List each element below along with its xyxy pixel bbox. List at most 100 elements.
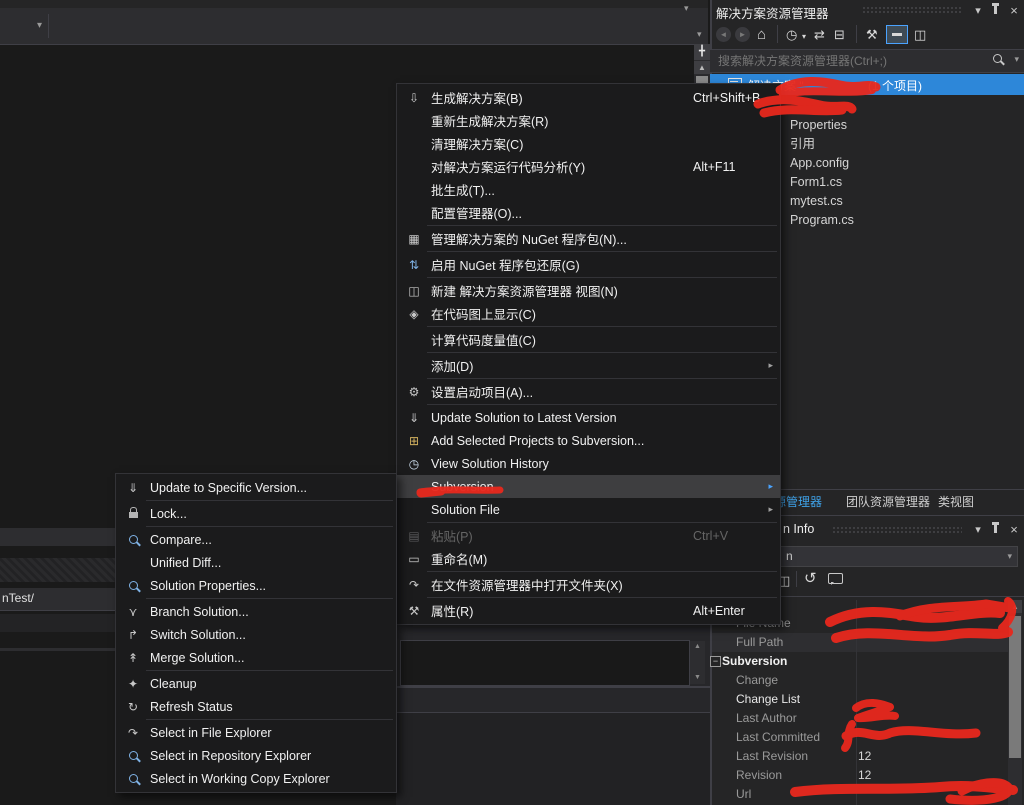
submenu-item-refresh-status[interactable]: ↻Refresh Status: [116, 695, 396, 718]
svn-update-icon: ⇓: [397, 411, 431, 425]
close-icon[interactable]: ×: [1008, 522, 1020, 537]
combobox-text-fragment: n: [786, 549, 793, 563]
show-all-files-toggle[interactable]: ▬: [886, 25, 908, 44]
menu-item-add[interactable]: 添加(D)▸: [397, 354, 780, 377]
property-row-last-author[interactable]: Last Author: [712, 709, 1008, 728]
menu-item-manage-nuget-packages[interactable]: ▦管理解决方案的 NuGet 程序包(N)...: [397, 227, 780, 250]
search-icon[interactable]: [993, 54, 1002, 63]
refresh-icon[interactable]: ⇄: [814, 24, 825, 46]
menu-item-batch-build[interactable]: 批生成(T)...: [397, 178, 780, 201]
hidden-panel-divider: [0, 648, 116, 651]
show-all-files-icon: ▬: [887, 26, 907, 42]
toolbar-separator: [796, 571, 797, 587]
menu-item-set-startup-projects[interactable]: ⚙设置启动项目(A)...: [397, 380, 780, 403]
submenu-item-update-to-specific-version[interactable]: ⇓Update to Specific Version...: [116, 476, 396, 499]
toolbar-overflow-icon[interactable]: ▾: [684, 3, 689, 14]
vs-ide-window: ▾ ▾ ▾ ╋ ▲ nTest/ ▲ ▼ 解决方案资源管理器 ▾ × ◄ ► ⌂…: [0, 0, 1024, 805]
menu-item-view-solution-history[interactable]: ◷View Solution History: [397, 452, 780, 475]
toolbar-separator: [856, 25, 857, 43]
menu-item-run-code-analysis[interactable]: 对解决方案运行代码分析(Y)Alt+F11: [397, 155, 780, 178]
submenu-item-cleanup[interactable]: ✦Cleanup: [116, 672, 396, 695]
submenu-item-lock[interactable]: Lock...: [116, 502, 396, 525]
editor-splitter-handle[interactable]: ╋: [694, 44, 710, 60]
scroll-down-icon[interactable]: ▼: [690, 672, 705, 684]
tree-item-program[interactable]: Program.cs: [790, 211, 854, 230]
menu-item-open-folder-in-file-explorer[interactable]: ↷在文件资源管理器中打开文件夹(X): [397, 573, 780, 596]
menu-item-calculate-code-metrics[interactable]: 计算代码度量值(C): [397, 328, 780, 351]
toolbar-overflow-icon-2[interactable]: ▾: [697, 29, 702, 40]
tree-item-references[interactable]: 引用: [790, 135, 815, 154]
tree-item-app-config[interactable]: App.config: [790, 154, 849, 173]
sync-with-active-document-icon[interactable]: ◫: [914, 24, 926, 46]
tree-item-form1[interactable]: Form1.cs: [790, 173, 842, 192]
property-row-last-committed[interactable]: Last Committed: [712, 728, 1008, 747]
menu-item-build-solution[interactable]: ⇩生成解决方案(B)Ctrl+Shift+B: [397, 86, 780, 109]
tree-item-properties[interactable]: Properties: [790, 116, 847, 135]
collapse-expander-icon[interactable]: −: [710, 656, 721, 667]
property-row-last-revision[interactable]: Last Revision12: [712, 747, 1008, 766]
menu-separator: [427, 326, 777, 327]
tab-team-explorer[interactable]: 团队资源管理器: [846, 490, 930, 514]
lock-icon: [129, 512, 138, 518]
submenu-item-merge-solution[interactable]: ↟Merge Solution...: [116, 646, 396, 669]
property-row-full-path[interactable]: Full Path: [712, 633, 1008, 652]
menu-item-new-solution-explorer-view[interactable]: ◫新建 解决方案资源管理器 视图(N): [397, 279, 780, 302]
menu-item-update-solution-latest[interactable]: ⇓Update Solution to Latest Version: [397, 406, 780, 429]
submenu-item-select-in-file-explorer[interactable]: ↷Select in File Explorer: [116, 721, 396, 744]
grid-scrollbar-thumb[interactable]: [1009, 616, 1021, 758]
menu-item-rename[interactable]: ▭重命名(M): [397, 547, 780, 570]
comment-bubble-icon[interactable]: [828, 573, 843, 584]
message-textbox[interactable]: [400, 640, 690, 686]
menu-item-rebuild-solution[interactable]: 重新生成解决方案(R): [397, 109, 780, 132]
submenu-item-compare[interactable]: Compare...: [116, 528, 396, 551]
menu-item-paste[interactable]: ▤粘贴(P)Ctrl+V: [397, 524, 780, 547]
submenu-item-branch-solution[interactable]: ⋎Branch Solution...: [116, 600, 396, 623]
property-row-change[interactable]: Change: [712, 671, 1008, 690]
forward-icon[interactable]: ►: [735, 27, 750, 42]
tab-class-view[interactable]: 类视图: [938, 490, 974, 514]
scroll-up-icon[interactable]: ▲: [1008, 600, 1022, 613]
chevron-down-icon: ▾: [1007, 551, 1012, 562]
property-category-subversion[interactable]: −Subversion: [712, 652, 1008, 671]
close-icon[interactable]: ×: [1008, 3, 1020, 18]
window-position-icon[interactable]: ▾: [972, 4, 984, 17]
history-icon[interactable]: ↺: [804, 568, 817, 590]
menu-item-clean-solution[interactable]: 清理解决方案(C): [397, 132, 780, 155]
pin-icon[interactable]: [994, 6, 997, 14]
menu-item-configuration-manager[interactable]: 配置管理器(O)...: [397, 201, 780, 224]
submenu-item-select-in-working-copy-explorer[interactable]: Select in Working Copy Explorer: [116, 767, 396, 790]
tree-item-mytest[interactable]: mytest.cs: [790, 192, 843, 211]
collapse-all-icon[interactable]: ⊟: [834, 24, 845, 46]
toolbar-combobox[interactable]: ▾: [0, 14, 49, 38]
search-input[interactable]: [716, 52, 970, 70]
chevron-down-icon[interactable]: ▾: [1014, 54, 1019, 65]
pending-changes-filter-icon[interactable]: ◷: [786, 24, 797, 46]
home-icon[interactable]: ⌂: [757, 24, 766, 46]
scroll-up-icon[interactable]: ▲: [694, 61, 710, 74]
menu-item-show-on-code-map[interactable]: ◈在代码图上显示(C): [397, 302, 780, 325]
submenu-item-unified-diff[interactable]: Unified Diff...: [116, 551, 396, 574]
menu-item-properties[interactable]: ⚒属性(R)Alt+Enter: [397, 599, 780, 622]
textbox-scrollbar[interactable]: ▲ ▼: [690, 641, 705, 684]
submenu-item-switch-solution[interactable]: ↱Switch Solution...: [116, 623, 396, 646]
pin-icon[interactable]: [994, 525, 997, 533]
property-row-change-list[interactable]: Change List: [712, 690, 1008, 709]
back-icon[interactable]: ◄: [716, 27, 731, 42]
menu-item-add-projects-to-subversion[interactable]: ⊞Add Selected Projects to Subversion...: [397, 429, 780, 452]
chevron-down-icon[interactable]: ▾: [802, 26, 806, 48]
property-row-revision[interactable]: Revision12: [712, 766, 1008, 785]
menu-item-enable-nuget-restore[interactable]: ⇅启用 NuGet 程序包还原(G): [397, 253, 780, 276]
menu-separator: [427, 404, 777, 405]
window-position-icon[interactable]: ▾: [972, 523, 984, 536]
property-row-url[interactable]: Url: [712, 785, 1008, 804]
submenu-item-solution-properties[interactable]: Solution Properties...: [116, 574, 396, 597]
toolbar-separator: [777, 25, 778, 43]
menu-item-solution-file[interactable]: Solution File▸: [397, 498, 780, 521]
hidden-panel-bar: [0, 528, 116, 546]
submenu-item-select-in-repository-explorer[interactable]: Select in Repository Explorer: [116, 744, 396, 767]
properties-wrench-icon[interactable]: ⚒: [866, 24, 878, 46]
menu-item-subversion[interactable]: Subversion▸: [397, 475, 780, 498]
code-map-icon: ◈: [397, 307, 431, 321]
scroll-up-icon[interactable]: ▲: [690, 641, 705, 653]
subversion-submenu: ⇓Update to Specific Version... Lock... C…: [115, 473, 397, 793]
